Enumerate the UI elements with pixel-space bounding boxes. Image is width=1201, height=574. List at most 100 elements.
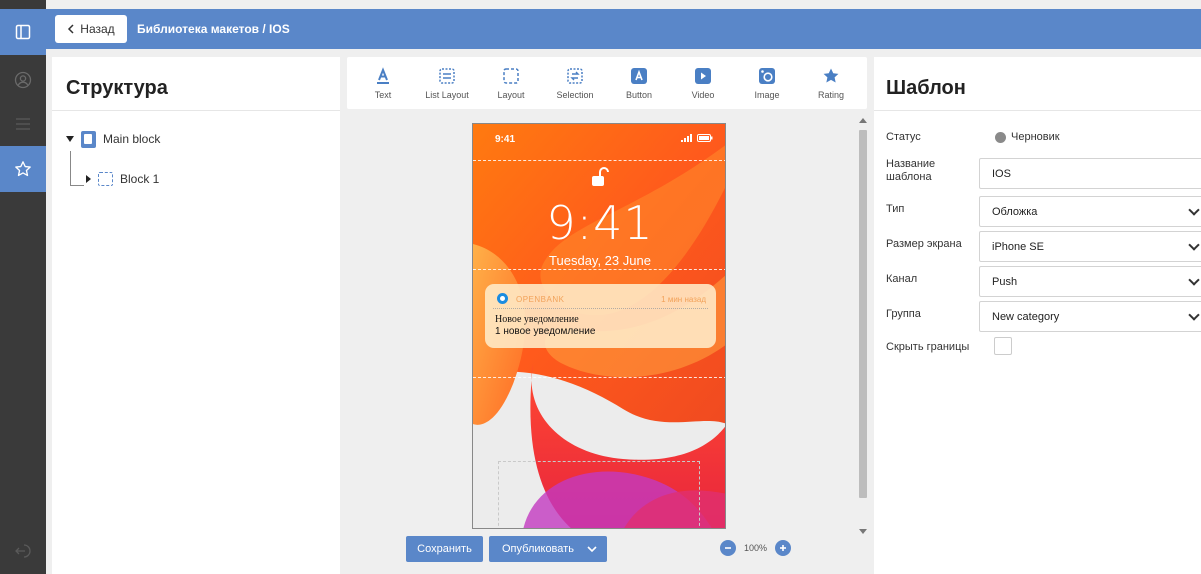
- lock-time: 9:41: [546, 196, 654, 250]
- user-circle-icon: [14, 71, 32, 89]
- screen-size-value: iPhone SE: [992, 240, 1044, 253]
- phone-preview[interactable]: 9:41 9:41 Tuesday, 23 June OPENBANK 1 ми…: [472, 123, 726, 529]
- breadcrumb: Библиотека макетов / IOS: [137, 22, 290, 36]
- tool-label: Selection: [556, 89, 594, 100]
- tool-label: Layout: [497, 89, 525, 100]
- list-icon: [16, 118, 30, 130]
- template-title: Шаблон: [874, 57, 1201, 111]
- tree-item-main-block[interactable]: Main block: [52, 125, 340, 153]
- signal-icon: [681, 134, 692, 142]
- tool-label: Text: [374, 89, 392, 100]
- tree-item-label: Block 1: [120, 172, 160, 186]
- publish-button-label: Опубликовать: [502, 543, 574, 555]
- type-select[interactable]: Обложка: [979, 196, 1201, 227]
- hide-borders-row: Скрыть границы: [886, 337, 1201, 355]
- expand-right-icon[interactable]: [86, 175, 91, 183]
- tree-item-label: Main block: [103, 132, 161, 146]
- tool-selection[interactable]: Selection: [545, 67, 605, 100]
- hide-borders-checkbox[interactable]: [994, 337, 1012, 355]
- lock-date: Tuesday, 23 June: [549, 253, 651, 268]
- chevron-down-icon: [1188, 204, 1200, 216]
- status-label: Статус: [886, 131, 921, 143]
- status-value: Черновик: [1011, 131, 1060, 143]
- structure-panel: Структура Main block Block 1: [52, 57, 340, 574]
- status-badge: Черновик: [995, 131, 1060, 143]
- name-row: Название шаблона IOS: [886, 158, 1201, 189]
- tool-video[interactable]: Video: [673, 67, 733, 100]
- group-select[interactable]: New category: [979, 301, 1201, 332]
- panel-toggle-icon: [15, 24, 31, 40]
- star-outline-icon: [15, 161, 31, 177]
- chevron-left-icon: [68, 24, 74, 34]
- logout-button[interactable]: [0, 528, 46, 574]
- chevron-down-icon: [1188, 239, 1200, 251]
- tree-item-block-1[interactable]: Block 1: [52, 165, 340, 193]
- scroll-up-icon[interactable]: [859, 118, 867, 123]
- scroll-thumb[interactable]: [859, 130, 867, 498]
- tool-list-layout[interactable]: List Layout: [417, 67, 477, 100]
- image-icon: [759, 67, 775, 84]
- screen-size-select[interactable]: iPhone SE: [979, 231, 1201, 262]
- notification-body: 1 новое уведомление: [495, 326, 596, 337]
- structure-title: Структура: [52, 57, 340, 111]
- tool-label: Video: [691, 89, 715, 100]
- openbank-logo-icon: [497, 293, 508, 304]
- notification-title: Новое уведомление: [495, 314, 579, 325]
- tool-label: Rating: [817, 89, 844, 100]
- chevron-down-icon[interactable]: [587, 545, 597, 553]
- layout-block-icon: [98, 172, 113, 186]
- channel-row: Канал Push: [886, 266, 1201, 297]
- plus-icon: [780, 545, 787, 551]
- text-icon: [377, 66, 389, 84]
- tree-connector: [70, 151, 71, 185]
- tool-layout[interactable]: Layout: [481, 67, 541, 100]
- top-bar: Назад Библиотека макетов / IOS: [46, 9, 1201, 49]
- tree-connector: [70, 185, 84, 186]
- notification-app: OPENBANK: [516, 295, 565, 304]
- panel-toggle-button[interactable]: [0, 9, 46, 55]
- star-icon: [823, 68, 839, 82]
- push-notification[interactable]: OPENBANK 1 мин назад Новое уведомление 1…: [485, 284, 716, 348]
- sidebar-toggle-button[interactable]: [0, 0, 46, 9]
- save-button[interactable]: Сохранить: [406, 536, 483, 562]
- publish-button[interactable]: Опубликовать: [489, 536, 607, 562]
- channel-select[interactable]: Push: [979, 266, 1201, 297]
- tool-text[interactable]: Text: [353, 66, 413, 100]
- status-dot-icon: [995, 131, 1006, 143]
- type-value: Обложка: [992, 205, 1038, 218]
- tool-image[interactable]: Image: [737, 67, 797, 100]
- structure-tree: Main block Block 1: [52, 111, 340, 193]
- rail-profile-button[interactable]: [0, 58, 46, 102]
- left-rail: [0, 0, 46, 574]
- status-time: 9:41: [495, 134, 516, 145]
- component-toolbar: Text List Layout Layout Selection Button…: [347, 57, 867, 109]
- zoom-control: 100%: [720, 540, 792, 556]
- scroll-down-icon[interactable]: [859, 529, 867, 534]
- layout-icon: [503, 67, 519, 84]
- chevron-down-icon: [1188, 309, 1200, 321]
- name-label: Название шаблона: [886, 158, 936, 183]
- channel-label: Канал: [886, 273, 918, 285]
- zoom-out-button[interactable]: [720, 540, 736, 556]
- back-button-label: Назад: [80, 22, 115, 36]
- expand-down-icon[interactable]: [66, 136, 74, 142]
- group-row: Группа New category: [886, 301, 1201, 332]
- tool-rating[interactable]: Rating: [801, 67, 861, 100]
- template-name-input[interactable]: IOS: [979, 158, 1201, 189]
- rail-list-button[interactable]: [0, 102, 46, 146]
- zoom-in-button[interactable]: [775, 540, 792, 556]
- status-row: Статус Черновик: [886, 131, 1201, 144]
- block-outline: [473, 377, 725, 378]
- video-icon: [695, 67, 711, 84]
- notification-time: 1 мин назад: [661, 295, 706, 304]
- type-row: Тип Обложка: [886, 196, 1201, 227]
- battery-icon: [697, 134, 713, 142]
- empty-block-outline[interactable]: [498, 461, 700, 528]
- canvas-scrollbar[interactable]: [857, 118, 869, 534]
- minus-icon: [725, 547, 731, 549]
- logout-icon: [15, 544, 31, 558]
- chevron-down-icon: [1188, 274, 1200, 286]
- tool-button[interactable]: Button: [609, 67, 669, 100]
- back-button[interactable]: Назад: [55, 15, 127, 43]
- rail-favorites-button[interactable]: [0, 146, 46, 192]
